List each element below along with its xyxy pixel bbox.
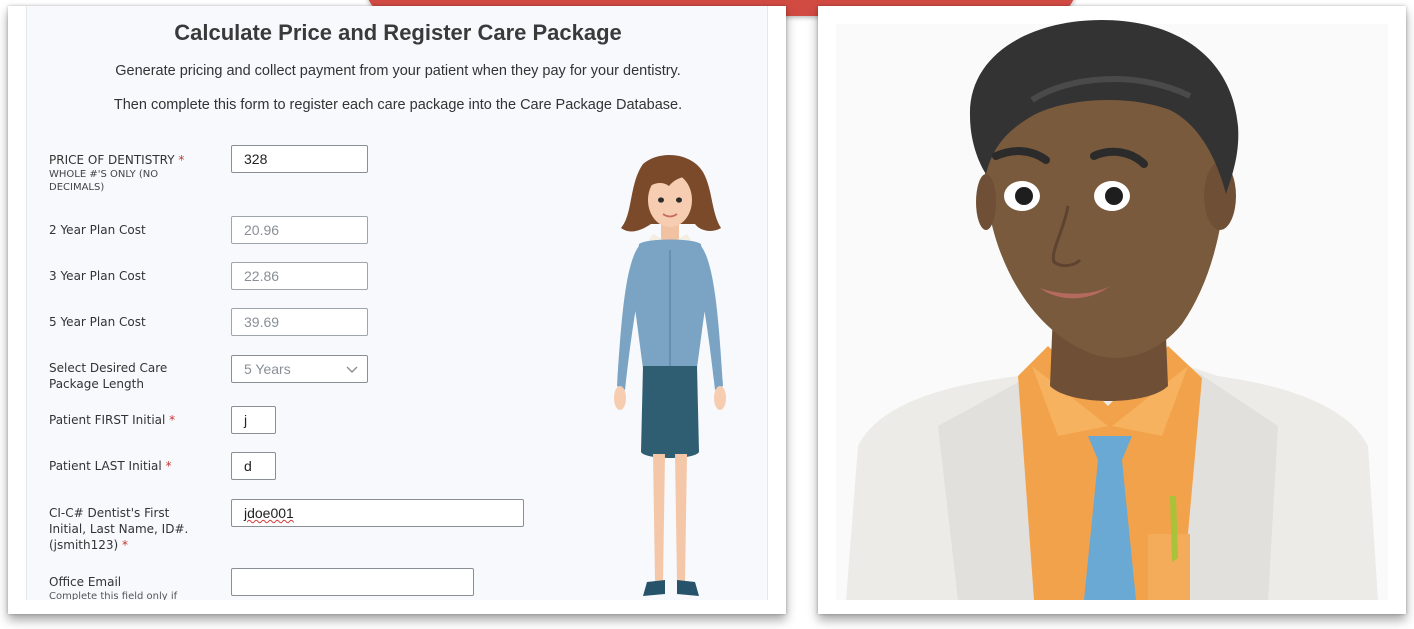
dentist-id-value: jdoe001 [244, 505, 294, 521]
care-package-form: Calculate Price and Register Care Packag… [26, 6, 768, 600]
required-asterisk: * [178, 153, 185, 167]
plan-2yr-cost-field[interactable]: 20.96 [231, 216, 368, 244]
office-email-label: Office Email Complete this field only if [49, 574, 214, 600]
plan-5yr-cost-field[interactable]: 39.69 [231, 308, 368, 336]
form-title: Calculate Price and Register Care Packag… [174, 20, 622, 45]
dentist-id-label: CI-C# Dentist's First Initial, Last Name… [49, 506, 189, 552]
required-asterisk: * [165, 459, 172, 473]
price-label: PRICE OF DENTISTRY * WHOLE #'S ONLY (NO … [49, 152, 214, 194]
package-length-select[interactable]: 5 Years [231, 355, 368, 383]
package-length-label: Select Desired Care Package Length [49, 361, 168, 391]
plan-2yr-label: 2 Year Plan Cost [49, 223, 146, 237]
price-input[interactable]: 328 [231, 145, 368, 173]
price-sublabel: WHOLE #'S ONLY (NO DECIMALS) [49, 169, 159, 193]
form-description-pricing: Generate pricing and collect payment fro… [115, 63, 681, 79]
form-screenshot-panel: Calculate Price and Register Care Packag… [8, 6, 786, 614]
first-initial-input[interactable]: j [231, 406, 276, 434]
office-email-input[interactable] [231, 568, 474, 596]
plan-3yr-cost-field[interactable]: 22.86 [231, 262, 368, 290]
last-initial-input[interactable]: d [231, 452, 276, 480]
office-email-sublabel: Complete this field only if [49, 591, 178, 600]
plan-5yr-label: 5 Year Plan Cost [49, 315, 146, 329]
chevron-down-icon [346, 366, 358, 373]
doctor-illustration [846, 20, 1378, 600]
required-asterisk: * [122, 538, 129, 552]
package-length-value: 5 Years [244, 361, 291, 377]
required-asterisk: * [169, 413, 176, 427]
woman-illustration [614, 154, 726, 596]
plan-3yr-label: 3 Year Plan Cost [49, 269, 146, 283]
form-description-register: Then complete this form to register each… [113, 97, 683, 113]
first-initial-label: Patient FIRST Initial * [49, 413, 176, 427]
doctor-panel [818, 6, 1406, 614]
last-initial-label: Patient LAST Initial * [49, 459, 172, 473]
dentist-id-input[interactable]: jdoe001 [231, 499, 524, 527]
